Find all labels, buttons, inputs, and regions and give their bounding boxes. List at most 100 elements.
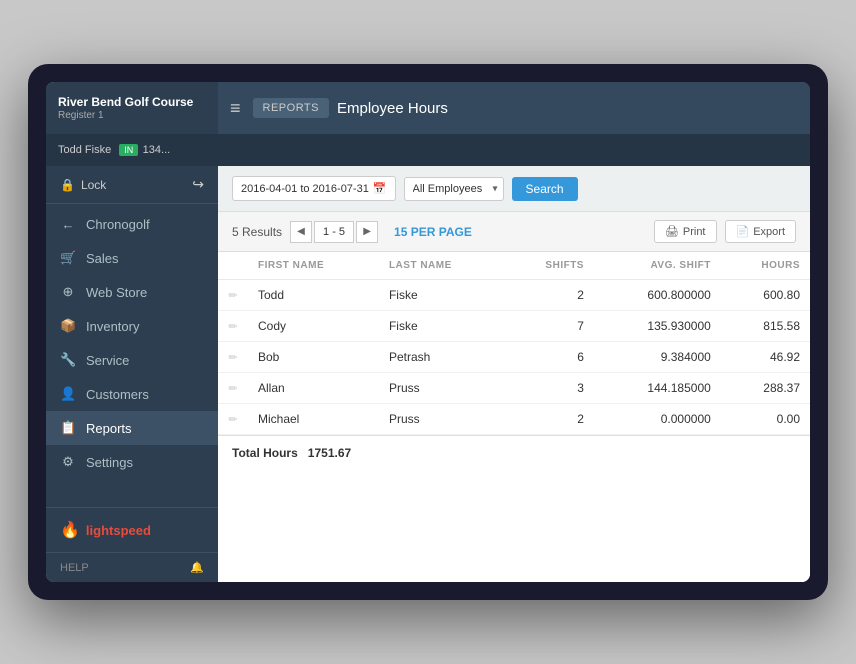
sidebar-item-label: Settings (86, 455, 133, 470)
cell-shifts: 2 (505, 404, 594, 435)
cell-avg-shift: 0.000000 (594, 404, 721, 435)
calendar-icon: 📅 (373, 182, 387, 195)
col-first-name: FIRST NAME (248, 252, 379, 280)
col-hours: HOURS (721, 252, 810, 280)
service-icon: 🔧 (60, 352, 76, 368)
cell-first-name: Allan (248, 373, 379, 404)
table-row: ✏ Allan Pruss 3 144.185000 288.37 (218, 373, 810, 404)
sidebar-item-webstore[interactable]: ⊕ Web Store (46, 275, 218, 309)
filter-bar: 2016-04-01 to 2016-07-31 📅 All Employees… (218, 166, 810, 212)
user-badge: IN (119, 144, 138, 156)
chronogolf-icon: ← (60, 217, 76, 232)
table-row: ✏ Bob Petrash 6 9.384000 46.92 (218, 342, 810, 373)
top-bar-right: ≡ REPORTS Employee Hours (218, 82, 810, 134)
print-icon: 🖨 (665, 225, 679, 238)
sidebar-item-label: Inventory (86, 319, 139, 334)
cell-shifts: 2 (505, 280, 594, 311)
user-bar: Todd Fiske IN 134... (46, 134, 810, 166)
hamburger-button[interactable]: ≡ (230, 98, 241, 119)
date-range-input[interactable]: 2016-04-01 to 2016-07-31 📅 (232, 176, 396, 201)
search-button[interactable]: Search (512, 177, 578, 201)
print-button[interactable]: 🖨 Print (654, 220, 717, 243)
edit-cell[interactable]: ✏ (218, 373, 248, 404)
sidebar-item-inventory[interactable]: 📦 Inventory (46, 309, 218, 343)
cell-first-name: Todd (248, 280, 379, 311)
sidebar-item-label: Reports (86, 421, 132, 436)
customers-icon: 👤 (60, 386, 76, 402)
sidebar-nav: ← Chronogolf 🛒 Sales ⊕ Web Store 📦 Inven… (46, 204, 218, 507)
cell-hours: 288.37 (721, 373, 810, 404)
table-row: ✏ Michael Pruss 2 0.000000 0.00 (218, 404, 810, 435)
top-bar: River Bend Golf Course Register 1 ≡ REPO… (46, 82, 810, 134)
sidebar-item-settings[interactable]: ⚙ Settings (46, 445, 218, 479)
logo-text: lightspeed (86, 523, 151, 538)
page-range: 1 - 5 (314, 221, 354, 243)
sidebar-item-label: Web Store (86, 285, 147, 300)
lock-button[interactable]: 🔒 Lock (60, 178, 106, 192)
cell-first-name: Bob (248, 342, 379, 373)
total-row: Total Hours 1751.67 (218, 435, 810, 470)
table-header-row: FIRST NAME LAST NAME SHIFTS AVG. SHIFT H… (218, 252, 810, 280)
cell-hours: 46.92 (721, 342, 810, 373)
cell-hours: 0.00 (721, 404, 810, 435)
employee-hours-table: FIRST NAME LAST NAME SHIFTS AVG. SHIFT H… (218, 252, 810, 435)
cell-avg-shift: 9.384000 (594, 342, 721, 373)
results-left: 5 Results ◀ 1 - 5 ▶ 15 PER PAGE (232, 221, 472, 243)
settings-icon: ⚙ (60, 454, 76, 470)
cell-last-name: Pruss (379, 373, 505, 404)
cell-shifts: 6 (505, 342, 594, 373)
inventory-icon: 📦 (60, 318, 76, 334)
edit-cell[interactable]: ✏ (218, 280, 248, 311)
export-icon: 📄 (736, 225, 750, 238)
table-container: FIRST NAME LAST NAME SHIFTS AVG. SHIFT H… (218, 252, 810, 582)
breadcrumb: REPORTS (253, 98, 329, 118)
cell-avg-shift: 600.800000 (594, 280, 721, 311)
reports-icon: 📋 (60, 420, 76, 436)
webstore-icon: ⊕ (60, 284, 76, 300)
user-name: Todd Fiske (58, 144, 111, 156)
sidebar-item-label: Service (86, 353, 129, 368)
cell-last-name: Petrash (379, 342, 505, 373)
cell-first-name: Cody (248, 311, 379, 342)
col-edit (218, 252, 248, 280)
help-label[interactable]: HELP (60, 562, 89, 574)
sidebar-item-chronogolf[interactable]: ← Chronogolf (46, 208, 218, 241)
cell-first-name: Michael (248, 404, 379, 435)
sidebar-item-reports[interactable]: 📋 Reports (46, 411, 218, 445)
sales-icon: 🛒 (60, 250, 76, 266)
next-page-button[interactable]: ▶ (356, 221, 378, 243)
edit-cell[interactable]: ✏ (218, 404, 248, 435)
device-frame: River Bend Golf Course Register 1 ≡ REPO… (28, 64, 828, 600)
sidebar-item-label: Chronogolf (86, 217, 150, 232)
content-area: 2016-04-01 to 2016-07-31 📅 All Employees… (218, 166, 810, 582)
cell-avg-shift: 144.185000 (594, 373, 721, 404)
sidebar-item-customers[interactable]: 👤 Customers (46, 377, 218, 411)
sidebar-item-label: Customers (86, 387, 149, 402)
sidebar-bottom: 🔥 lightspeed (46, 507, 218, 552)
table-row: ✏ Todd Fiske 2 600.800000 600.80 (218, 280, 810, 311)
page-title: Employee Hours (337, 100, 448, 117)
edit-cell[interactable]: ✏ (218, 311, 248, 342)
cell-last-name: Fiske (379, 311, 505, 342)
per-page-link[interactable]: 15 PER PAGE (394, 225, 472, 239)
pagination: ◀ 1 - 5 ▶ (290, 221, 378, 243)
employee-select[interactable]: All Employees (404, 177, 504, 201)
sidebar-item-service[interactable]: 🔧 Service (46, 343, 218, 377)
sidebar-item-sales[interactable]: 🛒 Sales (46, 241, 218, 275)
results-count: 5 Results (232, 225, 282, 239)
sidebar-item-label: Sales (86, 251, 119, 266)
results-right: 🖨 Print 📄 Export (654, 220, 796, 243)
table-row: ✏ Cody Fiske 7 135.930000 815.58 (218, 311, 810, 342)
user-badge-num: 134... (143, 144, 171, 156)
main-layout: 🔒 Lock ↪ ← Chronogolf 🛒 Sales ⊕ (46, 166, 810, 582)
col-last-name: LAST NAME (379, 252, 505, 280)
help-icon: 🔔 (190, 561, 204, 574)
total-label: Total Hours (232, 446, 298, 460)
cell-shifts: 3 (505, 373, 594, 404)
prev-page-button[interactable]: ◀ (290, 221, 312, 243)
results-bar: 5 Results ◀ 1 - 5 ▶ 15 PER PAGE 🖨 Print (218, 212, 810, 252)
edit-cell[interactable]: ✏ (218, 342, 248, 373)
exit-icon[interactable]: ↪ (192, 176, 204, 193)
lock-icon: 🔒 (60, 178, 75, 192)
export-button[interactable]: 📄 Export (725, 220, 797, 243)
